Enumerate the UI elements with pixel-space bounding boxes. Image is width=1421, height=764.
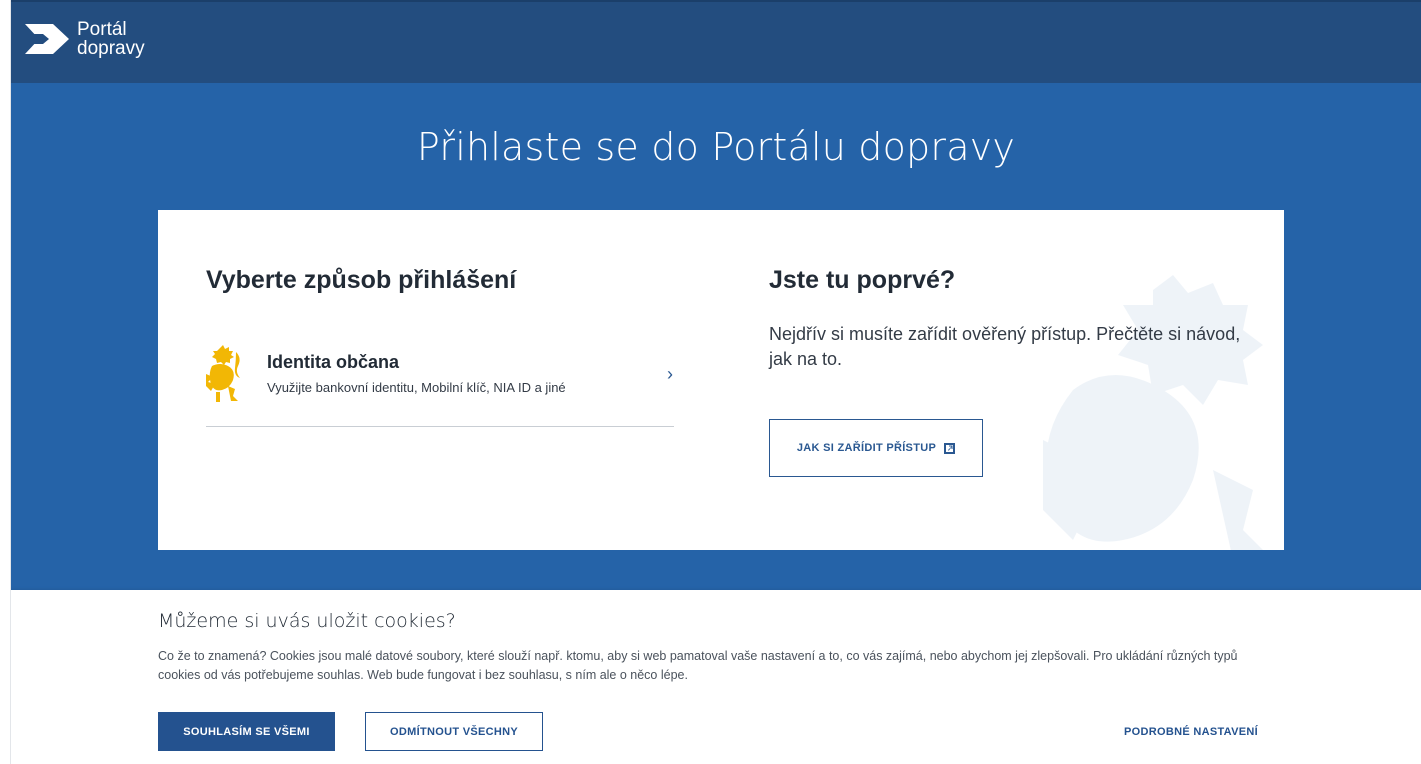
arrow-logo-icon (23, 24, 69, 54)
page-title: Přihlaste se do Portálu dopravy (416, 125, 1016, 169)
logo-line1: Portál (77, 19, 127, 40)
cookie-banner: Můžeme si uvás uložit cookies? Co že to … (11, 590, 1421, 764)
logo-line2: dopravy (77, 38, 145, 59)
accept-all-cookies-button[interactable]: SOUHLASÍM SE VŠEMI (158, 712, 335, 751)
login-option-subtitle: Využijte bankovní identitu, Mobilní klíč… (267, 380, 566, 395)
login-methods-title: Vyberte způsob přihlášení (206, 266, 517, 294)
cookie-text: Co že to znamená? Cookies jsou malé dato… (158, 649, 1238, 682)
how-to-get-access-label: JAK SI ZAŘÍDIT PŘÍSTUP (796, 442, 937, 454)
top-bar: Portál dopravy (11, 0, 1421, 83)
cookie-settings-link[interactable]: PODROBNÉ NASTAVENÍ (1106, 712, 1276, 751)
how-to-get-access-button[interactable]: JAK SI ZAŘÍDIT PŘÍSTUP (769, 419, 983, 477)
lion-watermark-icon (1043, 275, 1263, 550)
hero-section: Přihlaste se do Portálu dopravy Vyberte … (11, 83, 1421, 590)
login-card: Vyberte způsob přihlášení Identita občan… (158, 210, 1284, 550)
left-edge (0, 0, 11, 764)
logo-text: Portál dopravy (77, 20, 145, 58)
cookie-title: Můžeme si uvás uložit cookies? (158, 610, 456, 632)
czech-lion-icon (206, 345, 240, 402)
reject-all-cookies-button[interactable]: ODMÍTNOUT VŠECHNY (365, 712, 543, 751)
site-logo[interactable]: Portál dopravy (23, 20, 145, 58)
first-time-text: Nejdřív si musíte zařídit ověřený přístu… (769, 324, 1241, 369)
login-option-title: Identita občana (267, 352, 400, 372)
first-time-title: Jste tu poprvé? (769, 266, 956, 294)
chevron-right-icon: › (667, 364, 673, 384)
external-link-icon (944, 442, 956, 454)
login-option-citizen-identity[interactable]: Identita občana Využijte bankovní identi… (206, 340, 674, 427)
